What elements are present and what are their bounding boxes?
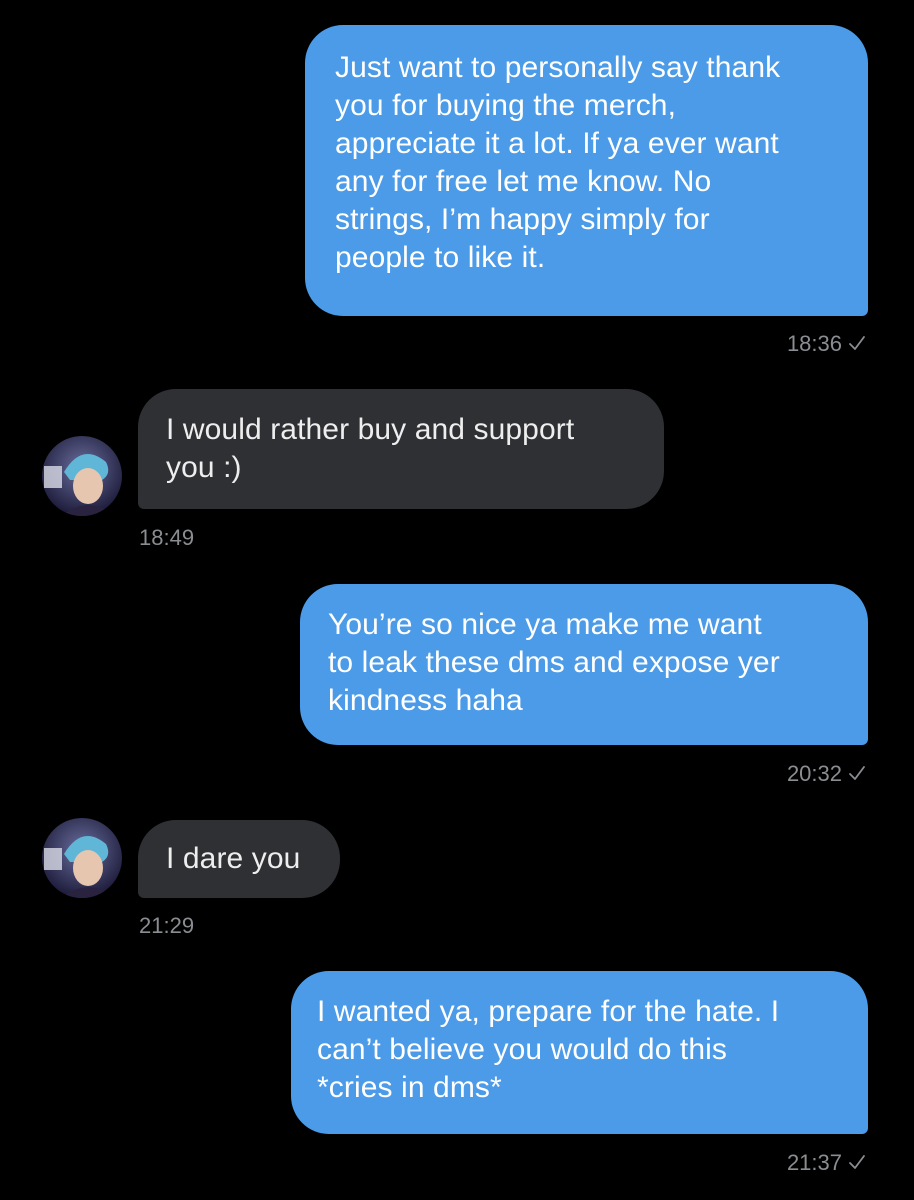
timestamp-text: 21:37 [786, 1150, 842, 1175]
avatar-icon [42, 436, 122, 516]
checkmark-icon [849, 1155, 865, 1169]
checkmark-icon [849, 336, 865, 350]
message-bubble-sent[interactable]: You’re so nice ya make me want to leak t… [300, 584, 868, 745]
message-bubble-received[interactable]: I dare you [138, 820, 340, 898]
message-bubble-received[interactable]: I would rather buy and support you :) [138, 389, 664, 509]
timestamp-text: 21:29 [139, 913, 195, 938]
message-timestamp: 21:29 [139, 913, 194, 939]
contact-avatar[interactable] [42, 818, 122, 898]
message-bubble-sent[interactable]: I wanted ya, prepare for the hate. I can… [291, 971, 868, 1134]
timestamp-text: 18:49 [139, 525, 195, 550]
message-timestamp: 18:36 [787, 331, 866, 357]
timestamp-text: 18:36 [786, 331, 842, 356]
avatar-icon [42, 818, 122, 898]
contact-avatar[interactable] [42, 436, 122, 516]
message-timestamp: 18:49 [139, 525, 194, 551]
checkmark-icon [849, 766, 865, 780]
message-timestamp: 20:32 [787, 761, 866, 787]
timestamp-text: 20:32 [786, 761, 842, 786]
message-timestamp: 21:37 [787, 1150, 866, 1176]
message-bubble-sent[interactable]: Just want to personally say thank you fo… [305, 25, 868, 316]
